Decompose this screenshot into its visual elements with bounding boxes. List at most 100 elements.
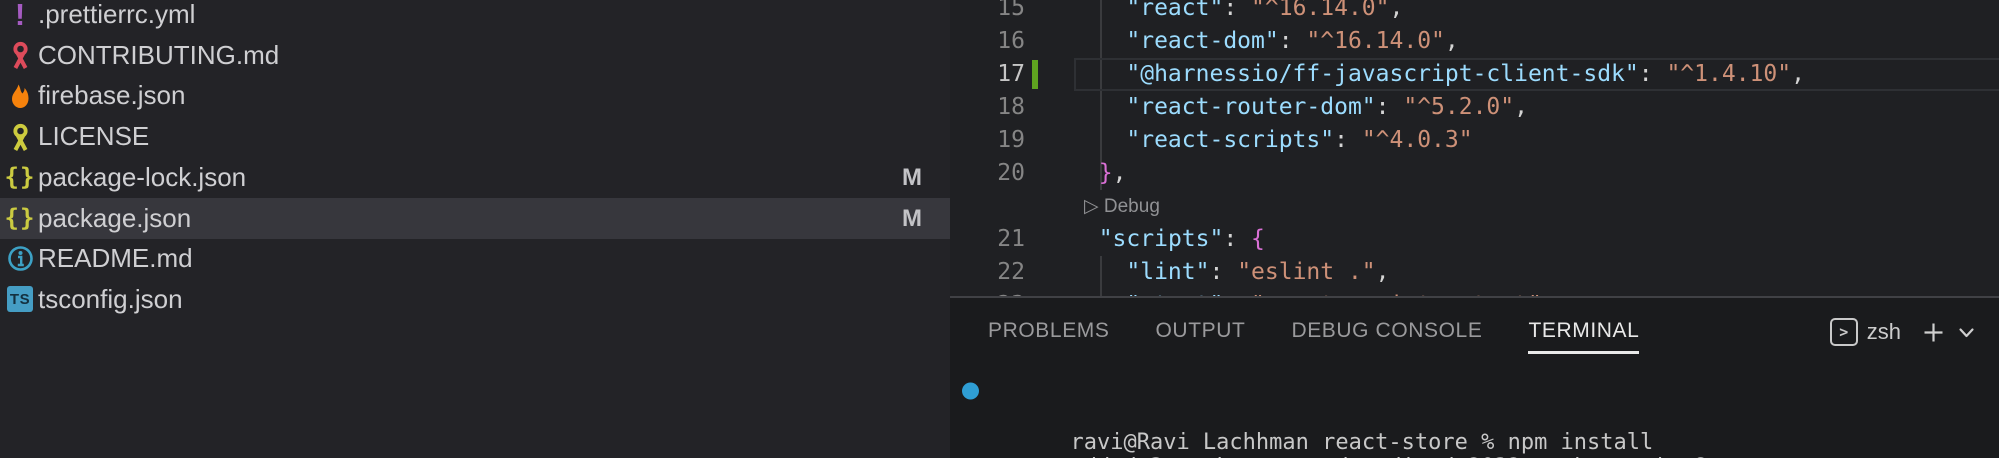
code-line[interactable]: 19 "react-scripts": "^4.0.3"	[950, 124, 1999, 157]
code-text: "react": "^16.14.0",	[1071, 0, 1403, 25]
codelens-debug-link[interactable]: ▷ Debug	[1084, 190, 1160, 223]
token-plain	[1071, 226, 1099, 252]
terminal-output-line: added 3 packages, and audited 2032 packa…	[991, 429, 1720, 455]
terminal-controls: > zsh	[1830, 309, 1977, 355]
token-plain	[1071, 160, 1099, 186]
json-braces-icon: {}	[4, 157, 36, 198]
file-row[interactable]: firebase.json	[0, 75, 950, 116]
editor-pane[interactable]: 15 "react": "^16.14.0",16 "react-dom": "…	[950, 0, 1999, 296]
token-plain: :	[1639, 61, 1667, 87]
file-name: LICENSE	[38, 116, 149, 157]
code-line[interactable]: 18 "react-router-dom": "^5.2.0",	[950, 91, 1999, 124]
file-name: README.md	[38, 238, 193, 279]
line-number: 21	[950, 223, 1025, 256]
code-text: },	[1071, 157, 1126, 190]
code-text: "react-scripts": "^4.0.3"	[1071, 124, 1473, 157]
code-line[interactable]: 15 "react": "^16.14.0",	[950, 0, 1999, 25]
file-row[interactable]: !.prettierrc.yml	[0, 0, 950, 35]
code-text: "start": "react-scripts start",	[1071, 289, 1556, 296]
info-icon	[4, 238, 36, 279]
panel-tab-debug-console[interactable]: DEBUG CONSOLE	[1291, 304, 1482, 358]
panel-tab-output[interactable]: OUTPUT	[1156, 304, 1246, 358]
token-plain	[1071, 127, 1126, 153]
new-terminal-button[interactable]	[1920, 319, 1947, 346]
line-number: 23	[950, 289, 1025, 296]
file-row[interactable]: TStsconfig.json	[0, 279, 950, 320]
file-row[interactable]: CONTRIBUTING.md	[0, 35, 950, 76]
terminal-dropdown-button[interactable]	[1956, 322, 1977, 343]
file-row[interactable]: {}package-lock.json M	[0, 157, 950, 198]
file-name: tsconfig.json	[38, 279, 183, 320]
token-plain: :	[1223, 226, 1251, 252]
token-plain	[1071, 94, 1126, 120]
token-str: "^16.14.0"	[1251, 0, 1389, 21]
git-status-badge: M	[898, 157, 926, 198]
code-text: "lint": "eslint .",	[1071, 256, 1390, 289]
git-status-badge: M	[898, 198, 926, 239]
token-key: "lint"	[1126, 259, 1209, 285]
firebase-flame-icon	[4, 75, 36, 116]
token-brace: }	[1099, 160, 1113, 186]
panel-tab-bar: PROBLEMS OUTPUT DEBUG CONSOLE TERMINAL	[988, 304, 1639, 358]
panel-tab-terminal[interactable]: TERMINAL	[1528, 304, 1639, 358]
vscode-window: !.prettierrc.ymlCONTRIBUTING.mdfirebase.…	[0, 0, 1999, 458]
panel-tab-problems[interactable]: PROBLEMS	[988, 304, 1110, 358]
token-str: "^4.0.3"	[1362, 127, 1473, 153]
token-str: "eslint ."	[1237, 259, 1375, 285]
prettier-icon: !	[4, 0, 36, 35]
token-plain: :	[1223, 0, 1251, 21]
file-name: CONTRIBUTING.md	[38, 35, 279, 76]
ribbon-icon	[4, 35, 36, 76]
token-str: "^1.4.10"	[1666, 61, 1791, 87]
plus-icon	[1920, 319, 1947, 346]
certificate-ribbon-icon	[4, 116, 36, 157]
json-braces-icon: {}	[4, 198, 36, 239]
line-number: 20	[950, 157, 1025, 190]
codelens-row: ▷ Debug	[950, 190, 1999, 223]
token-key: "react-router-dom"	[1126, 94, 1375, 120]
token-plain	[1071, 259, 1126, 285]
token-plain: ,	[1514, 94, 1528, 120]
code-line[interactable]: 17 "@harnessio/ff-javascript-client-sdk"…	[950, 58, 1999, 91]
file-row[interactable]: {}package.json M	[0, 198, 950, 239]
line-number: 17	[950, 58, 1025, 91]
shell-label[interactable]: zsh	[1867, 319, 1901, 345]
token-plain: ,	[1791, 61, 1805, 87]
code-text: "react-dom": "^16.14.0",	[1071, 25, 1459, 58]
modified-gutter-marker	[1032, 60, 1038, 89]
code-text: "scripts": {	[1071, 223, 1265, 256]
token-plain: :	[1279, 28, 1307, 54]
file-row[interactable]: LICENSE	[0, 116, 950, 157]
line-number: 22	[950, 256, 1025, 289]
code-line[interactable]: 23 "start": "react-scripts start",	[950, 289, 1999, 296]
terminal-command-line[interactable]: ravi@Ravi Lachhman react-store % npm ins…	[991, 378, 1653, 404]
token-key: "scripts"	[1099, 226, 1224, 252]
code-line[interactable]: 21 "scripts": {	[950, 223, 1999, 256]
token-key: "react"	[1126, 0, 1223, 21]
token-str: "^16.14.0"	[1306, 28, 1444, 54]
bottom-panel: PROBLEMS OUTPUT DEBUG CONSOLE TERMINAL > zs…	[950, 296, 1999, 458]
code-line[interactable]: 16 "react-dom": "^16.14.0",	[950, 25, 1999, 58]
file-name: package.json	[38, 198, 191, 239]
command-decoration-dot	[962, 383, 979, 400]
explorer-sidebar: !.prettierrc.ymlCONTRIBUTING.mdfirebase.…	[0, 0, 950, 458]
code-text: "react-router-dom": "^5.2.0",	[1071, 91, 1528, 124]
token-key: "react-scripts"	[1126, 127, 1334, 153]
token-plain: ,	[1390, 0, 1404, 21]
token-brace: {	[1251, 226, 1265, 252]
line-number: 15	[950, 0, 1025, 25]
token-plain	[1071, 0, 1126, 21]
line-number: 19	[950, 124, 1025, 157]
token-plain: ,	[1445, 28, 1459, 54]
code-line[interactable]: 22 "lint": "eslint .",	[950, 256, 1999, 289]
terminal-shell-icon: >	[1830, 318, 1858, 346]
line-number: 18	[950, 91, 1025, 124]
file-row[interactable]: README.md	[0, 238, 950, 279]
code-line[interactable]: 20 },	[950, 157, 1999, 190]
code-text: "@harnessio/ff-javascript-client-sdk": "…	[1071, 58, 1805, 91]
typescript-icon: TS	[4, 279, 36, 320]
token-plain: ,	[1376, 259, 1390, 285]
token-plain	[1071, 28, 1126, 54]
file-name: package-lock.json	[38, 157, 246, 198]
file-name: .prettierrc.yml	[38, 0, 195, 35]
